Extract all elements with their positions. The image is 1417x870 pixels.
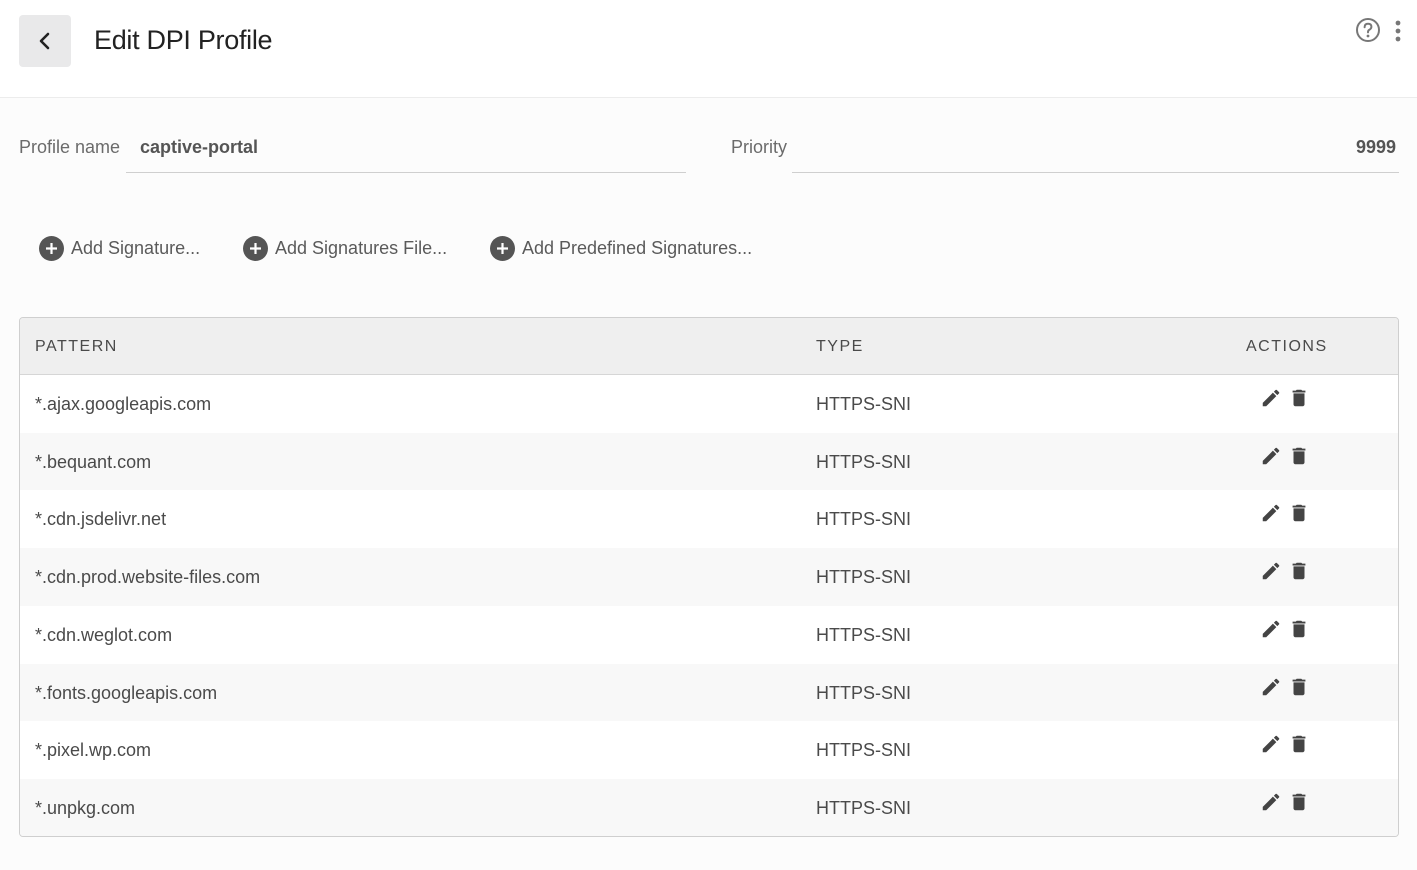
type-cell: HTTPS-SNI: [816, 567, 912, 588]
pattern-cell: *.cdn.weglot.com: [35, 624, 173, 645]
type-cell: HTTPS-SNI: [816, 797, 912, 818]
profile-name-underline: [126, 172, 686, 173]
pattern-cell: *.fonts.googleapis.com: [35, 682, 218, 703]
delete-icon[interactable]: [1288, 502, 1310, 524]
back-button[interactable]: [19, 15, 71, 67]
pattern-cell: *.ajax.googleapis.com: [35, 394, 212, 414]
edit-icon[interactable]: [1260, 676, 1282, 698]
profile-name-input[interactable]: captive-portal: [140, 137, 258, 158]
add-signature-button[interactable]: Add Signature...: [39, 234, 200, 262]
column-header-type[interactable]: TYPE: [816, 338, 864, 356]
pattern-cell: *.pixel.wp.com: [35, 740, 152, 761]
help-circle-icon[interactable]: [1355, 17, 1381, 43]
edit-icon[interactable]: [1260, 733, 1282, 755]
type-cell: HTTPS-SNI: [816, 740, 912, 761]
pattern-cell: *.cdn.jsdelivr.net: [35, 509, 167, 530]
priority-label: Priority: [731, 137, 788, 157]
type-cell: HTTPS-SNI: [816, 624, 912, 645]
type-cell: HTTPS-SNI: [816, 394, 912, 414]
delete-icon[interactable]: [1288, 387, 1310, 409]
column-header-pattern[interactable]: PATTERN: [35, 338, 118, 356]
add-signatures-file-button[interactable]: Add Signatures File...: [243, 234, 447, 262]
edit-icon[interactable]: [1260, 560, 1282, 582]
type-cell: HTTPS-SNI: [816, 682, 912, 703]
add-predefined-signatures-label: Add Predefined Signatures...: [522, 237, 753, 258]
delete-icon[interactable]: [1288, 733, 1310, 755]
profile-name-label: Profile name: [19, 137, 121, 157]
table-row: *.fonts.googleapis.com HTTPS-SNI: [20, 663, 1398, 722]
edit-icon[interactable]: [1260, 387, 1282, 409]
pattern-cell: *.cdn.prod.website-files.com: [35, 567, 261, 588]
table-row: *.cdn.weglot.com HTTPS-SNI: [20, 606, 1398, 664]
table-row: *.pixel.wp.com HTTPS-SNI: [20, 721, 1398, 779]
more-vertical-icon[interactable]: [1392, 19, 1404, 43]
type-cell: HTTPS-SNI: [816, 451, 912, 472]
edit-icon[interactable]: [1260, 618, 1282, 640]
add-signatures-file-label: Add Signatures File...: [275, 237, 448, 258]
delete-icon[interactable]: [1288, 676, 1310, 698]
page-header: Edit DPI Profile: [0, 0, 1417, 98]
table-row: *.cdn.prod.website-files.com HTTPS-SNI: [20, 548, 1398, 606]
type-cell: HTTPS-SNI: [816, 509, 912, 530]
add-predefined-signatures-button[interactable]: Add Predefined Signatures...: [490, 234, 752, 262]
table-row: *.cdn.jsdelivr.net HTTPS-SNI: [20, 490, 1398, 548]
table-header: PATTERN TYPE ACTIONS: [20, 318, 1398, 375]
edit-icon[interactable]: [1260, 502, 1282, 524]
delete-icon[interactable]: [1288, 791, 1310, 813]
pattern-cell: *.bequant.com: [35, 451, 152, 472]
edit-icon[interactable]: [1260, 791, 1282, 813]
plus-circle-icon: [490, 235, 515, 261]
table-row: *.unpkg.com HTTPS-SNI: [20, 778, 1398, 836]
plus-circle-icon: [243, 235, 268, 261]
column-header-actions: ACTIONS: [1246, 338, 1328, 355]
delete-icon[interactable]: [1288, 445, 1310, 467]
delete-icon[interactable]: [1288, 560, 1310, 582]
priority-underline: [792, 172, 1399, 173]
pattern-cell: *.unpkg.com: [35, 797, 136, 818]
delete-icon[interactable]: [1288, 618, 1310, 640]
priority-input[interactable]: 9999: [1356, 137, 1396, 158]
signatures-table: PATTERN TYPE ACTIONS *.ajax.googleapis.c…: [19, 317, 1399, 837]
edit-icon[interactable]: [1260, 445, 1282, 467]
plus-circle-icon: [39, 235, 64, 261]
page-title: Edit DPI Profile: [94, 25, 273, 55]
table-row: *.ajax.googleapis.com HTTPS-SNI: [20, 375, 1398, 433]
table-row: *.bequant.com HTTPS-SNI: [20, 432, 1398, 491]
chevron-left-icon: [39, 32, 50, 50]
add-signature-label: Add Signature...: [71, 237, 201, 258]
